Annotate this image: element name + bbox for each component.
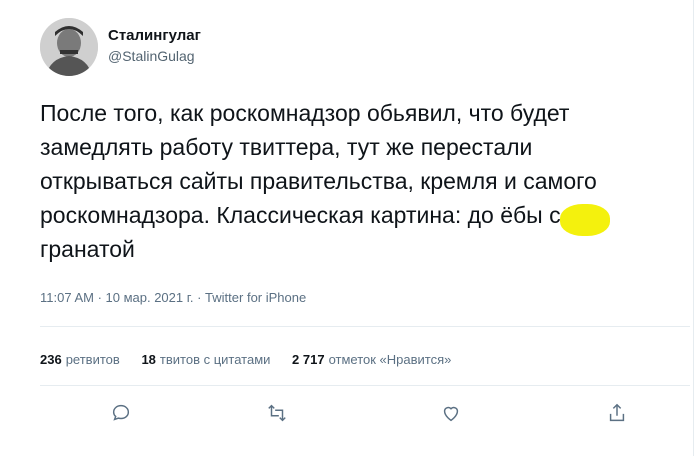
share-icon (609, 403, 625, 422)
tweet-text-line: гранатой (40, 236, 135, 262)
tweet-text-line: роскомнадзора. Классическая картина: до … (40, 202, 561, 228)
tweet-card: Сталингулаг @StalinGulag После того, как… (0, 0, 700, 456)
avatar-image (40, 18, 98, 76)
author-handle[interactable]: @StalinGulag (108, 48, 195, 64)
quotes-label: твитов с цитатами (159, 352, 271, 367)
likes-label: отметок «Нравится» (328, 352, 452, 367)
retweets-stat[interactable]: 236 ретвитов (40, 352, 120, 367)
like-button[interactable] (440, 402, 468, 430)
reply-button[interactable] (110, 402, 138, 430)
retweet-button[interactable] (266, 402, 294, 430)
card-border (693, 0, 694, 456)
likes-stat[interactable]: 2 717 отметок «Нравится» (292, 352, 451, 367)
share-button[interactable] (606, 402, 634, 430)
avatar[interactable] (40, 18, 98, 76)
tweet-text-line: замедлять работу твиттера, тут же перест… (40, 134, 533, 160)
like-icon (443, 406, 459, 422)
retweets-count: 236 (40, 352, 62, 367)
author-name[interactable]: Сталингулаг (108, 27, 201, 44)
quotes-stat[interactable]: 18 твитов с цитатами (141, 352, 270, 367)
divider (40, 326, 690, 327)
tweet-timestamp[interactable]: 11:07 AM · 10 мар. 2021 г. · Twitter for… (40, 290, 306, 305)
tweet-text: После того, как роскомнадзор обьявил, чт… (40, 96, 690, 266)
divider (40, 385, 690, 386)
quotes-count: 18 (141, 352, 156, 367)
reply-icon (112, 404, 130, 421)
tweet-text-line: открываться сайты правительства, кремля … (40, 168, 597, 194)
tweet-stats: 236 ретвитов 18 твитов с цитатами 2 717 отм… (40, 352, 469, 367)
tweet-text-line: После того, как роскомнадзор обьявил, чт… (40, 100, 570, 126)
retweet-icon (268, 404, 286, 422)
tweet-actions (0, 402, 700, 430)
retweets-label: ретвитов (65, 352, 120, 367)
likes-count: 2 717 (292, 352, 325, 367)
